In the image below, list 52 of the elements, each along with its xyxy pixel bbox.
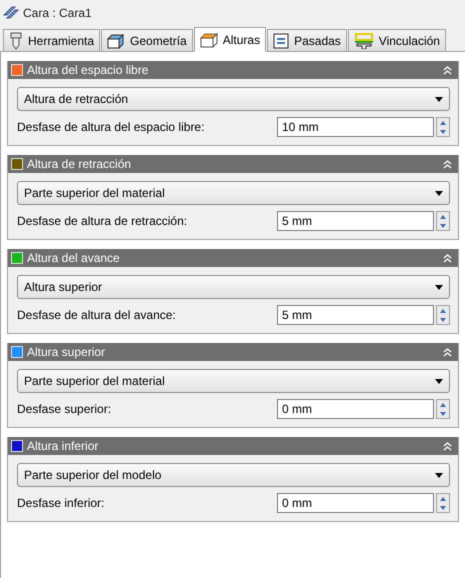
input-field[interactable]: 0 mm [277,399,434,419]
section-header[interactable]: Altura del avance [8,249,458,267]
collapse-icon[interactable] [443,442,452,450]
section-header[interactable]: Altura del espacio libre [8,61,458,79]
dropdown-arrow-icon [435,472,443,478]
spinner[interactable] [436,493,450,513]
dropdown-arrow-icon [435,378,443,384]
tab[interactable]: Alturas [194,27,266,52]
spinner[interactable] [436,211,450,231]
spinner[interactable] [436,399,450,419]
input-field[interactable]: 5 mm [277,305,434,325]
tab[interactable]: Vinculación [348,29,446,51]
dropdown[interactable]: Altura de retracción [17,87,450,111]
dropdown[interactable]: Altura superior [17,275,450,299]
section-title: Altura de retracción [27,157,132,171]
dropdown[interactable]: Parte superior del modelo [17,463,450,487]
section-header[interactable]: Altura superior [8,343,458,361]
cube-icon [107,32,126,48]
collapse-icon[interactable] [443,254,452,262]
window-title: Cara : Cara1 [23,6,92,20]
section-header[interactable]: Altura de retracción [8,155,458,173]
collapse-icon[interactable] [443,160,452,168]
tab[interactable]: Geometría [101,29,193,51]
field-label: Desfase de altura de retracción: [17,214,188,228]
layers-icon [273,32,290,48]
input-field[interactable]: 10 mm [277,117,434,137]
section-title: Altura del avance [27,251,121,265]
spinner[interactable] [436,305,450,325]
surface-icon [3,6,19,20]
section-header[interactable]: Altura inferior [8,437,458,455]
tab[interactable]: Herramienta [3,29,100,51]
field-label: Desfase de altura del avance: [17,308,177,322]
tab[interactable]: Pasadas [267,29,347,51]
section-title: Altura del espacio libre [27,63,150,77]
collapse-icon[interactable] [443,348,452,356]
field-label: Desfase superior: [17,402,112,416]
input-field[interactable]: 5 mm [277,211,434,231]
field-label: Desfase inferior: [17,496,106,510]
section-title: Altura inferior [27,439,100,453]
linking-icon [354,32,374,48]
dropdown[interactable]: Parte superior del material [17,181,450,205]
drill-bit-icon [9,32,23,50]
input-field[interactable]: 0 mm [277,493,434,513]
dropdown-arrow-icon [435,96,443,102]
section-title: Altura superior [27,345,106,359]
layered-block-icon [200,32,218,48]
dropdown[interactable]: Parte superior del material [17,369,450,393]
dropdown-arrow-icon [435,190,443,196]
dropdown-arrow-icon [435,284,443,290]
spinner[interactable] [436,117,450,137]
field-label: Desfase de altura del espacio libre: [17,120,206,134]
collapse-icon[interactable] [443,66,452,74]
